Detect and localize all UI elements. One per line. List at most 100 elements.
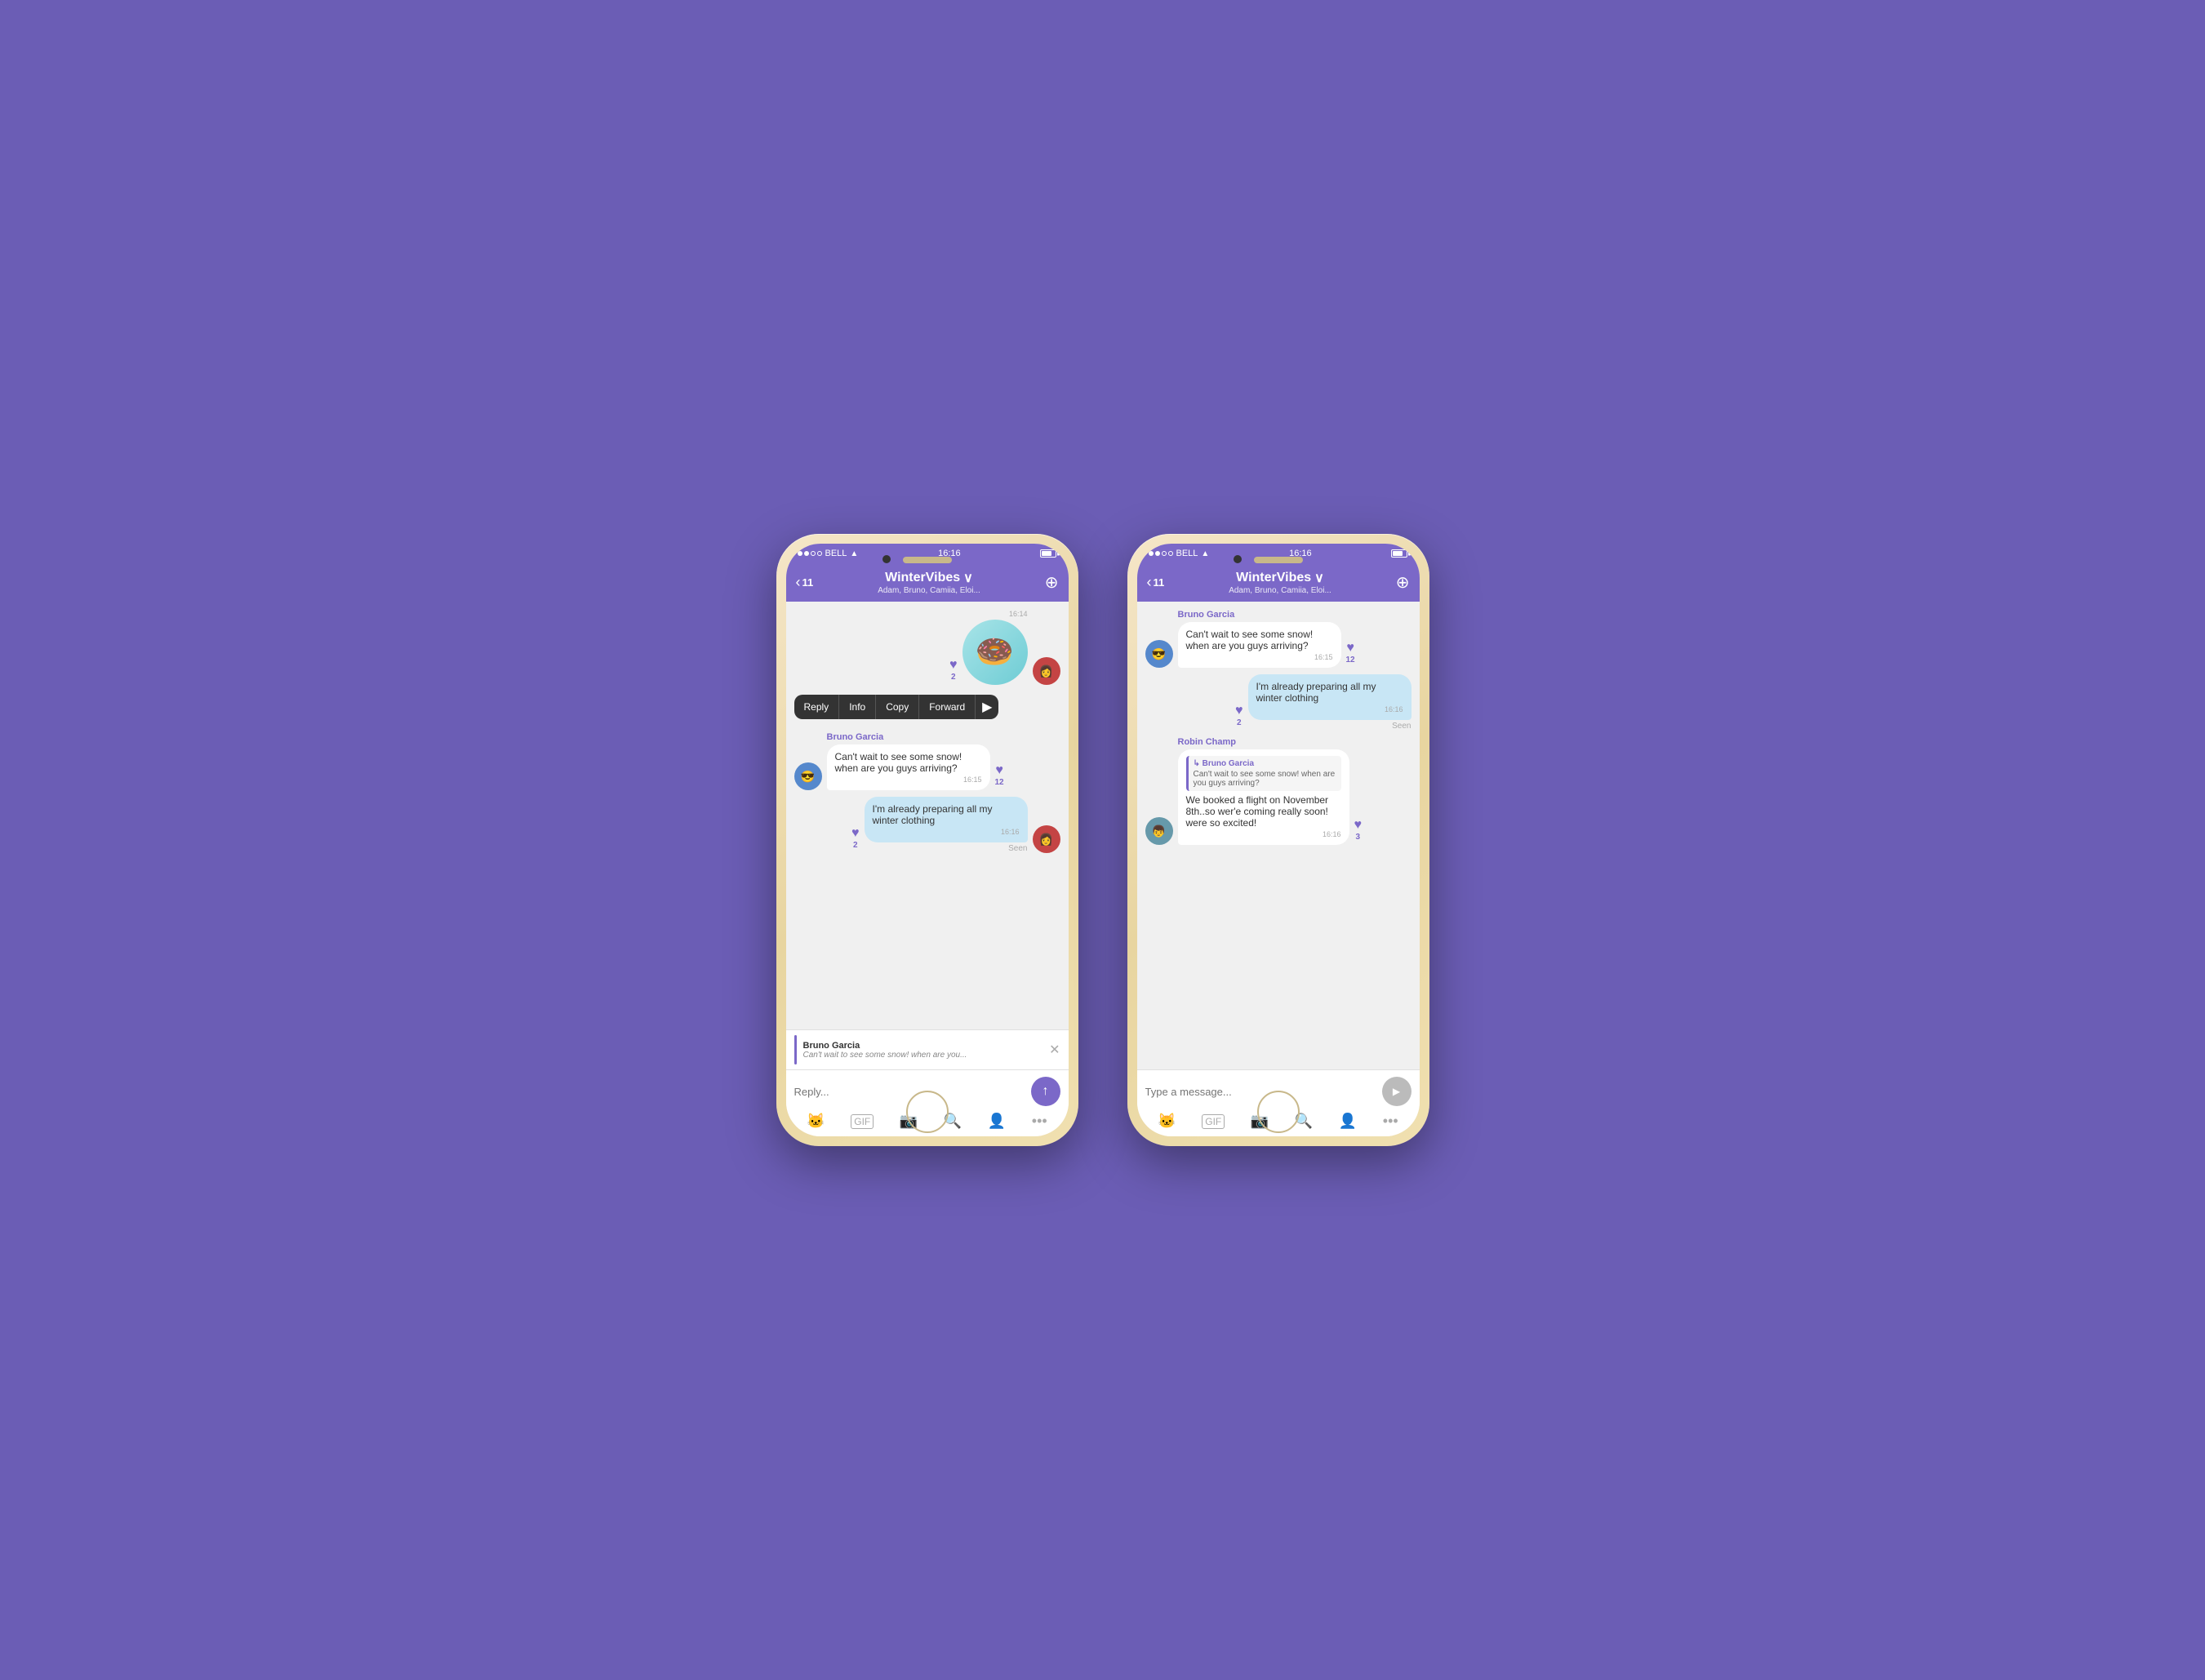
chat-area-1[interactable]: ♥ 2 16:14 🍩 👩 R bbox=[786, 602, 1069, 1029]
more-icon[interactable]: ••• bbox=[1032, 1113, 1047, 1130]
send-button-1[interactable]: ↑ bbox=[1031, 1077, 1060, 1106]
bubble-sent-2-2[interactable]: I'm already preparing all my winter clot… bbox=[1248, 674, 1411, 720]
bubble-time-2-2: 16:16 bbox=[1256, 705, 1403, 713]
quote-text: Can't wait to see some snow! when are yo… bbox=[1194, 770, 1336, 788]
phone-camera-2 bbox=[1234, 555, 1242, 563]
gif-icon[interactable]: GIF bbox=[851, 1114, 874, 1129]
add-contact-button-1[interactable]: ⊕ bbox=[1045, 572, 1059, 593]
message-input-2[interactable] bbox=[1145, 1086, 1377, 1098]
avatar-emoji-bruno-2: 😎 bbox=[1152, 647, 1166, 661]
bubble-text-2: I'm already preparing all my winter clot… bbox=[873, 803, 993, 826]
dot3 bbox=[811, 551, 816, 556]
home-button-2[interactable] bbox=[1257, 1091, 1300, 1133]
reply-btn[interactable]: Reply bbox=[794, 695, 840, 719]
copy-btn[interactable]: Copy bbox=[876, 695, 919, 719]
dot1-2 bbox=[1149, 551, 1154, 556]
dot2-2 bbox=[1155, 551, 1160, 556]
bubble-time-2: 16:16 bbox=[873, 828, 1020, 836]
add-contact-button-2[interactable]: ⊕ bbox=[1396, 572, 1410, 593]
like-badge-2-3[interactable]: ♥ 3 bbox=[1354, 818, 1363, 842]
bubble-received-2-3[interactable]: ↳ Bruno Garcia Can't wait to see some sn… bbox=[1178, 749, 1349, 845]
bubble-text-1: Can't wait to see some snow! when are yo… bbox=[835, 751, 962, 774]
seen-label-2: Seen bbox=[1248, 722, 1411, 731]
phone-1: BELL ▲ 16:16 ‹ 11 WinterVibe bbox=[776, 534, 1078, 1146]
quote-sender-name: Bruno Garcia bbox=[1203, 759, 1254, 768]
battery-icon bbox=[1040, 549, 1056, 558]
bubble-time-1: 16:15 bbox=[835, 776, 982, 784]
avatar-emoji-bruno: 😎 bbox=[801, 770, 815, 784]
battery-icon-2 bbox=[1391, 549, 1407, 558]
person-icon-2[interactable]: 👤 bbox=[1339, 1113, 1357, 1130]
more-actions-icon[interactable]: ▶ bbox=[976, 695, 998, 719]
signal-dots-2 bbox=[1149, 551, 1173, 556]
like-count-2: 2 bbox=[853, 841, 858, 850]
emoji-icon-2[interactable]: 🐱 bbox=[1158, 1113, 1176, 1130]
back-count-1: 11 bbox=[802, 576, 814, 589]
bubble-received-1[interactable]: Can't wait to see some snow! when are yo… bbox=[827, 744, 990, 790]
like-badge-2[interactable]: ♥ 2 bbox=[851, 826, 860, 850]
like-count-2-3: 3 bbox=[1355, 833, 1360, 842]
message-input-1[interactable] bbox=[794, 1086, 1026, 1098]
bubble-sent-2[interactable]: I'm already preparing all my winter clot… bbox=[865, 797, 1028, 842]
bubble-time-2-1: 16:15 bbox=[1186, 653, 1333, 661]
sender-name-2-3: Robin Champ bbox=[1178, 737, 1349, 747]
phone-speaker bbox=[903, 557, 952, 563]
reply-text: Can't wait to see some snow! when are yo… bbox=[803, 1051, 1050, 1060]
back-count-2: 11 bbox=[1154, 576, 1165, 589]
like-badge-2-1[interactable]: ♥ 12 bbox=[1346, 641, 1355, 664]
avatar-sender-sticker: 👩 bbox=[1033, 657, 1060, 685]
home-button-1[interactable] bbox=[906, 1091, 949, 1133]
bubble-time-2-3: 16:16 bbox=[1186, 830, 1341, 838]
info-btn[interactable]: Info bbox=[839, 695, 876, 719]
bubble-content-2-3: Robin Champ ↳ Bruno Garcia Can't wait to… bbox=[1178, 737, 1349, 845]
like-badge-2-2[interactable]: ♥ 2 bbox=[1235, 704, 1243, 727]
send-button-2[interactable]: ▶ bbox=[1382, 1077, 1411, 1106]
message-row-1: 😎 Bruno Garcia Can't wait to see some sn… bbox=[794, 732, 1060, 790]
carrier-label: BELL bbox=[825, 549, 847, 558]
sticker-content: 16:14 🍩 bbox=[962, 610, 1028, 685]
group-title-2: WinterVibes ∨ bbox=[1164, 570, 1395, 586]
chat-header-1: ‹ 11 WinterVibes ∨ Adam, Bruno, Camiia, … bbox=[786, 563, 1069, 602]
play-icon: ▶ bbox=[1393, 1086, 1400, 1097]
bubble-text-2-1: Can't wait to see some snow! when are yo… bbox=[1186, 629, 1314, 651]
send-icon: ↑ bbox=[1042, 1084, 1049, 1099]
sticker-row: ♥ 2 16:14 🍩 👩 bbox=[794, 610, 1060, 685]
chat-area-2[interactable]: 😎 Bruno Garcia Can't wait to see some sn… bbox=[1137, 602, 1420, 1069]
back-button-2[interactable]: ‹ 11 bbox=[1147, 574, 1165, 591]
sender-name-2-1: Bruno Garcia bbox=[1178, 610, 1341, 620]
carrier-label-2: BELL bbox=[1176, 549, 1198, 558]
dot4-2 bbox=[1168, 551, 1173, 556]
bubble-content-2: I'm already preparing all my winter clot… bbox=[865, 797, 1028, 853]
reply-indicator bbox=[794, 1035, 797, 1064]
avatar-bruno-2: 😎 bbox=[1145, 640, 1173, 668]
message-row-2-3: 👦 Robin Champ ↳ Bruno Garcia Can't wait … bbox=[1145, 737, 1411, 845]
dot3-2 bbox=[1162, 551, 1167, 556]
sticker-like[interactable]: ♥ 2 bbox=[949, 658, 958, 682]
more-icon-2[interactable]: ••• bbox=[1383, 1113, 1398, 1130]
quote-sender: ↳ Bruno Garcia bbox=[1194, 759, 1336, 768]
reply-arrow-icon: ↳ bbox=[1194, 759, 1203, 768]
status-left-1: BELL ▲ bbox=[798, 549, 859, 558]
forward-btn[interactable]: Forward bbox=[919, 695, 976, 719]
back-button-1[interactable]: ‹ 11 bbox=[796, 574, 814, 591]
like-badge-1[interactable]: ♥ 12 bbox=[995, 763, 1004, 787]
bubble-received-2-1[interactable]: Can't wait to see some snow! when are yo… bbox=[1178, 622, 1341, 668]
phone-2-screen: BELL ▲ 16:16 ‹ 11 WinterVibe bbox=[1137, 544, 1420, 1136]
chat-header-2: ‹ 11 WinterVibes ∨ Adam, Bruno, Camiia, … bbox=[1137, 563, 1420, 602]
heart-icon-2-3: ♥ bbox=[1354, 818, 1363, 833]
bubble-content-1: Bruno Garcia Can't wait to see some snow… bbox=[827, 732, 990, 790]
phone-2: BELL ▲ 16:16 ‹ 11 WinterVibe bbox=[1127, 534, 1429, 1146]
battery-fill bbox=[1042, 551, 1051, 556]
group-name-2: WinterVibes bbox=[1236, 571, 1311, 585]
like-count-1: 12 bbox=[995, 778, 1004, 787]
person-icon[interactable]: 👤 bbox=[988, 1113, 1006, 1130]
close-reply-button[interactable]: ✕ bbox=[1049, 1042, 1060, 1058]
gif-icon-2[interactable]: GIF bbox=[1202, 1114, 1225, 1129]
reply-bar-1: Bruno Garcia Can't wait to see some snow… bbox=[786, 1029, 1069, 1069]
message-row-2-2: I'm already preparing all my winter clot… bbox=[1145, 674, 1411, 731]
chevron-down-icon: ∨ bbox=[963, 570, 973, 586]
context-menu-container: Reply Info Copy Forward ▶ bbox=[794, 695, 1060, 722]
signal-dots bbox=[798, 551, 822, 556]
emoji-icon[interactable]: 🐱 bbox=[807, 1113, 825, 1130]
group-title-1: WinterVibes ∨ bbox=[813, 570, 1044, 586]
